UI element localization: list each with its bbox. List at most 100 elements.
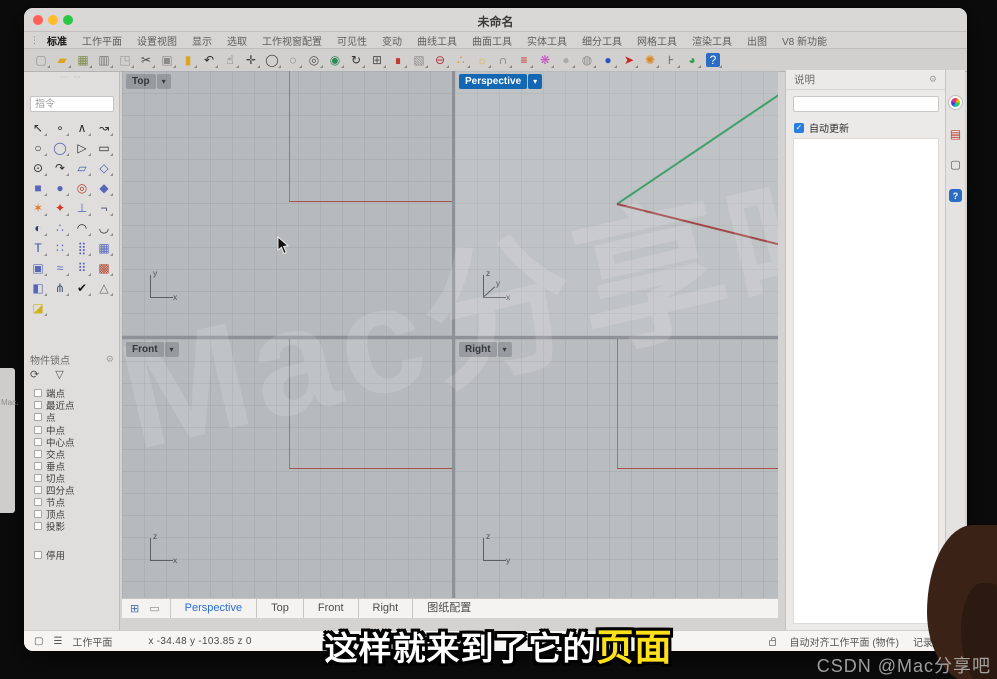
box-tool-icon[interactable]: ■ <box>27 178 49 198</box>
cube-tool-icon[interactable]: ▣ <box>27 258 49 278</box>
tab-subd-tools[interactable]: 细分工具 <box>582 33 622 48</box>
arc-blend-tool-icon[interactable]: ◠ <box>71 218 93 238</box>
extract-tool-icon[interactable]: ◪ <box>27 298 49 318</box>
tab-viewport-config[interactable]: 工作视窗配置 <box>262 33 322 48</box>
viewport-title[interactable]: Top <box>126 74 156 89</box>
display-panel-icon[interactable]: ▢ <box>949 158 962 171</box>
surface-tool-icon[interactable]: ◧ <box>27 278 49 298</box>
tab-display[interactable]: 显示 <box>192 33 212 48</box>
light-icon[interactable]: ☼ <box>473 51 491 69</box>
osnap-checkbox-item[interactable]: 最近点 <box>34 400 75 411</box>
viewport-menu-caret-icon[interactable]: ▾ <box>165 342 179 357</box>
tab-render-tools[interactable]: 渲染工具 <box>692 33 732 48</box>
panel-gear-icon[interactable]: ⚙ <box>929 74 937 85</box>
color-wheel-icon[interactable]: ❋ <box>536 51 554 69</box>
zoom-icon[interactable]: ◯ <box>263 51 281 69</box>
vp-tab-layout[interactable]: 图纸配置 <box>412 599 485 618</box>
osnap-checkbox-item[interactable]: 切点 <box>34 473 75 484</box>
settings-gear-icon[interactable]: ✺ <box>641 51 659 69</box>
tab-surface-tools[interactable]: 曲面工具 <box>472 33 512 48</box>
earth-icon[interactable]: ◕ <box>683 51 701 69</box>
osnap-filter-icon[interactable]: ▽ <box>55 368 63 381</box>
osnap-checkbox-item[interactable]: 四分点 <box>34 485 75 496</box>
cage-tool-icon[interactable]: △ <box>93 278 115 298</box>
vp-tab-perspective[interactable]: Perspective <box>170 599 256 618</box>
cut-icon[interactable]: ✂ <box>137 51 155 69</box>
select-tool-icon[interactable]: ↖ <box>27 118 49 138</box>
osnap-gear-icon[interactable]: ⚙ <box>106 354 114 365</box>
osnap-checkbox-item[interactable]: 顶点 <box>34 509 75 520</box>
vp-tab-front[interactable]: Front <box>303 599 358 618</box>
tab-drafting[interactable]: 出图 <box>747 33 767 48</box>
offset-tool-icon[interactable]: ⊙ <box>27 158 49 178</box>
viewport-top[interactable]: Top ▾ y x <box>122 71 452 336</box>
network-tool-icon[interactable]: ⋔ <box>49 278 71 298</box>
hierarchy-icon[interactable]: ⊦ <box>662 51 680 69</box>
import-icon[interactable]: ◳ <box>116 51 134 69</box>
viewport-menu-caret-icon[interactable]: ▾ <box>498 342 512 357</box>
move-tool-icon[interactable]: ▦ <box>93 238 115 258</box>
osnap-checkbox-item[interactable]: 端点 <box>34 388 75 399</box>
rotate-view-icon[interactable]: ✛ <box>242 51 260 69</box>
grid-array-tool-icon[interactable]: ⠿ <box>71 258 93 278</box>
tab-cplane[interactable]: 工作平面 <box>82 33 122 48</box>
tab-select[interactable]: 选取 <box>227 33 247 48</box>
menu-overflow-icon[interactable]: ⋮ <box>30 35 39 46</box>
help-icon[interactable]: ? <box>704 51 722 69</box>
open-file-icon[interactable]: ▰ <box>53 51 71 69</box>
tab-curve-tools[interactable]: 曲线工具 <box>417 33 457 48</box>
display-mode-icon[interactable]: ∎ <box>389 51 407 69</box>
curve-tool-icon[interactable]: ↝ <box>93 118 115 138</box>
wedge-tool-icon[interactable]: ◆ <box>93 178 115 198</box>
auto-update-row[interactable]: ✓ 自动更新 <box>794 120 849 135</box>
osnap-checkbox-item[interactable]: 中心点 <box>34 436 75 447</box>
shaded-sphere-icon[interactable]: ● <box>557 51 575 69</box>
render-sphere-icon[interactable]: ● <box>599 51 617 69</box>
cplane-icon[interactable]: ⊖ <box>431 51 449 69</box>
tab-standard[interactable]: 标准 <box>47 33 67 48</box>
boolean-tool-icon[interactable]: ◐ <box>27 218 49 238</box>
text-tool-icon[interactable]: T <box>27 238 49 258</box>
check-tool-icon[interactable]: ✔ <box>71 278 93 298</box>
align-tool-icon[interactable]: ≈ <box>49 258 71 278</box>
ellipse-tool-icon[interactable]: ◯ <box>49 138 71 158</box>
osnap-checkbox-item[interactable]: 垂点 <box>34 461 75 472</box>
osnap-checkbox-item[interactable]: 投影 <box>34 521 75 532</box>
help-panel-icon[interactable]: ? <box>949 189 962 202</box>
select-sphere-icon[interactable]: ◍ <box>578 51 596 69</box>
copy-icon[interactable]: ▣ <box>158 51 176 69</box>
rectangle-tool-icon[interactable]: ▭ <box>93 138 115 158</box>
layers-icon[interactable]: ≡ <box>515 51 533 69</box>
properties-color-wheel-icon[interactable] <box>949 96 962 109</box>
explode-tool-icon[interactable]: ✶ <box>27 198 49 218</box>
checked-checkbox-icon[interactable]: ✓ <box>794 123 804 133</box>
bend-tool-icon[interactable]: ◇ <box>93 158 115 178</box>
osnap-checkbox-item[interactable]: 节点 <box>34 497 75 508</box>
osnap-checkbox-item[interactable]: 中点 <box>34 424 75 435</box>
new-file-icon[interactable]: ▢ <box>32 51 50 69</box>
tab-set-view[interactable]: 设置视图 <box>137 33 177 48</box>
viewport-front[interactable]: Front ▾ z x <box>122 339 452 599</box>
pointer-icon[interactable]: ➤ <box>620 51 638 69</box>
tab-solid-tools[interactable]: 实体工具 <box>527 33 567 48</box>
osnap-disable-checkbox[interactable]: 停用 <box>34 550 65 561</box>
viewport-menu-caret-icon[interactable]: ▾ <box>157 74 171 89</box>
vp-tab-right[interactable]: Right <box>358 599 413 618</box>
osnap-checkbox-item[interactable]: 交点 <box>34 448 75 459</box>
lock-icon[interactable]: ∩ <box>494 51 512 69</box>
print-icon[interactable]: ▥ <box>95 51 113 69</box>
osnap-diagram-icon[interactable]: ∴ <box>452 51 470 69</box>
fillet-tool-icon[interactable]: ⊥ <box>71 198 93 218</box>
layers-panel-icon[interactable]: ▤ <box>949 127 962 140</box>
undo-icon[interactable]: ↶ <box>200 51 218 69</box>
viewport-title[interactable]: Perspective <box>459 74 527 89</box>
zoom-selected-icon[interactable]: ◎ <box>305 51 323 69</box>
arc-tool-icon[interactable]: ↷ <box>49 158 71 178</box>
viewport-menu-caret-icon[interactable]: ▾ <box>528 74 542 89</box>
hatch-tool-icon[interactable]: ▩ <box>93 258 115 278</box>
zoom-window-icon[interactable]: ◌ <box>284 51 302 69</box>
zoom-extents-icon[interactable]: ◉ <box>326 51 344 69</box>
tab-mesh-tools[interactable]: 网格工具 <box>637 33 677 48</box>
drag-handle-icon[interactable]: ⋯ ⋯ <box>24 73 119 81</box>
paste-icon[interactable]: ▮ <box>179 51 197 69</box>
